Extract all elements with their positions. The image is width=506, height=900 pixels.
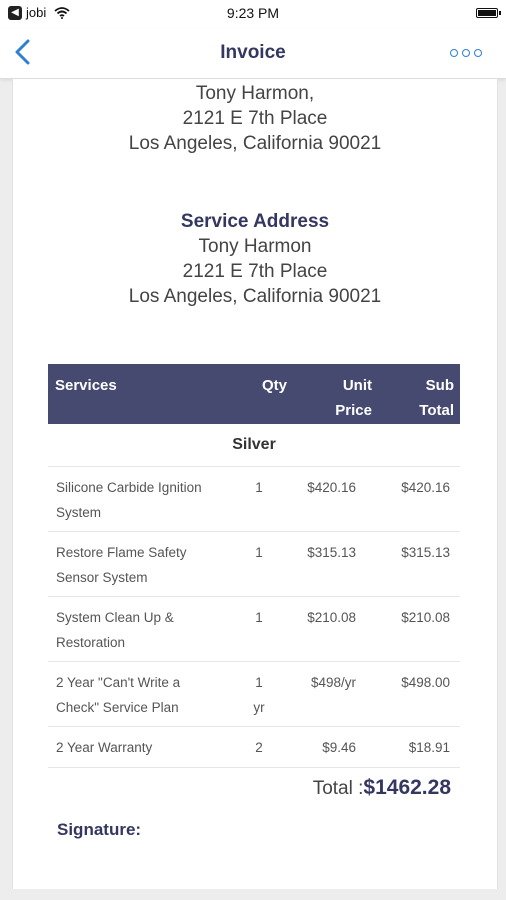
unit-price-cell: $498/yr xyxy=(310,675,356,690)
table-row: 2 Year "Can't Write a Check" Service Pla… xyxy=(48,662,460,727)
sub-total-cell: $420.16 xyxy=(401,480,450,495)
service-name-line2: Check" Service Plan xyxy=(56,700,179,715)
qty-cell: 1 yr xyxy=(251,670,267,720)
status-bar: ◀ jobi 9:23 PM xyxy=(0,0,506,28)
sub-total-line2: Total xyxy=(419,402,454,419)
service-street: 2121 E 7th Place xyxy=(182,261,328,282)
more-dots-icon[interactable] xyxy=(450,49,482,57)
page-title: Invoice xyxy=(220,42,286,63)
service-name: Tony Harmon xyxy=(198,236,312,257)
service-name-line1: 2 Year "Can't Write a xyxy=(56,675,181,690)
column-header-qty: Qty xyxy=(262,377,288,394)
sub-total-cell: $18.91 xyxy=(408,740,450,755)
service-city: Los Angeles, California 90021 xyxy=(128,286,382,307)
battery-icon xyxy=(476,8,501,18)
service-name-line1: Silicone Carbide Ignition xyxy=(56,480,202,495)
service-name-line2: Sensor System xyxy=(56,570,148,585)
qty-cell: 1 xyxy=(251,540,267,565)
services-table: Services Qty Unit Price Sub Total Silver… xyxy=(48,364,460,768)
qty-line2: yr xyxy=(253,700,265,715)
service-address-title: Service Address xyxy=(180,211,330,232)
qty-line1: 2 xyxy=(255,740,263,755)
service-name-cell: 2 Year Warranty xyxy=(56,735,236,760)
qty-line1: 1 xyxy=(255,675,263,690)
column-header-unit-price: Unit Price xyxy=(335,373,372,423)
service-name-line1: System Clean Up & xyxy=(56,610,174,625)
qty-cell: 1 xyxy=(251,475,267,500)
qty-line1: 1 xyxy=(255,610,263,625)
invoice-card: Tony Harmon, 2121 E 7th Place Los Angele… xyxy=(12,79,498,889)
invoice-total: Total :$1462.28 xyxy=(313,776,451,800)
table-header: Services Qty Unit Price Sub Total xyxy=(48,364,460,424)
service-name-cell: Silicone Carbide Ignition System xyxy=(56,475,236,525)
qty-line1: 1 xyxy=(255,480,263,495)
service-address: Service Address Tony Harmon 2121 E 7th P… xyxy=(13,209,497,309)
sub-total-cell: $498.00 xyxy=(401,675,450,690)
unit-price-line1: Unit xyxy=(342,377,372,394)
qty-cell: 1 xyxy=(251,605,267,630)
signature-label: Signature: xyxy=(57,820,142,839)
table-row: Restore Flame Safety Sensor System 1 $31… xyxy=(48,532,460,597)
billing-street: 2121 E 7th Place xyxy=(182,108,328,129)
billing-address: Tony Harmon, 2121 E 7th Place Los Angele… xyxy=(13,81,497,156)
status-time: 9:23 PM xyxy=(226,5,280,21)
service-name-line1: Restore Flame Safety xyxy=(56,545,187,560)
sub-total-cell: $315.13 xyxy=(401,545,450,560)
service-name-line1: 2 Year Warranty xyxy=(56,740,153,755)
billing-city: Los Angeles, California 90021 xyxy=(128,133,382,154)
column-header-sub-total: Sub Total xyxy=(419,373,454,423)
unit-price-cell: $9.46 xyxy=(322,740,356,755)
service-name-cell: 2 Year "Can't Write a Check" Service Pla… xyxy=(56,670,236,720)
service-name-line2: System xyxy=(56,505,102,520)
unit-price-cell: $420.16 xyxy=(307,480,356,495)
sub-total-cell: $210.08 xyxy=(401,610,450,625)
service-name-cell: System Clean Up & Restoration xyxy=(56,605,236,655)
qty-cell: 2 xyxy=(251,735,267,760)
unit-price-cell: $315.13 xyxy=(307,545,356,560)
unit-price-line2: Price xyxy=(335,402,372,419)
sub-total-line1: Sub xyxy=(425,377,454,394)
qty-line1: 1 xyxy=(255,545,263,560)
service-name-cell: Restore Flame Safety Sensor System xyxy=(56,540,236,590)
table-row: System Clean Up & Restoration 1 $210.08 … xyxy=(48,597,460,662)
billing-name: Tony Harmon, xyxy=(195,83,315,104)
package-group-label: Silver xyxy=(48,424,460,467)
unit-price-cell: $210.08 xyxy=(307,610,356,625)
column-header-services: Services xyxy=(55,377,117,394)
service-name-line2: Restoration xyxy=(56,635,126,650)
table-row: Silicone Carbide Ignition System 1 $420.… xyxy=(48,467,460,532)
total-value: $1462.28 xyxy=(363,776,451,799)
table-row: 2 Year Warranty 2 $9.46 $18.91 xyxy=(48,727,460,768)
nav-bar: Invoice xyxy=(0,28,506,79)
total-label: Total : xyxy=(312,778,364,799)
